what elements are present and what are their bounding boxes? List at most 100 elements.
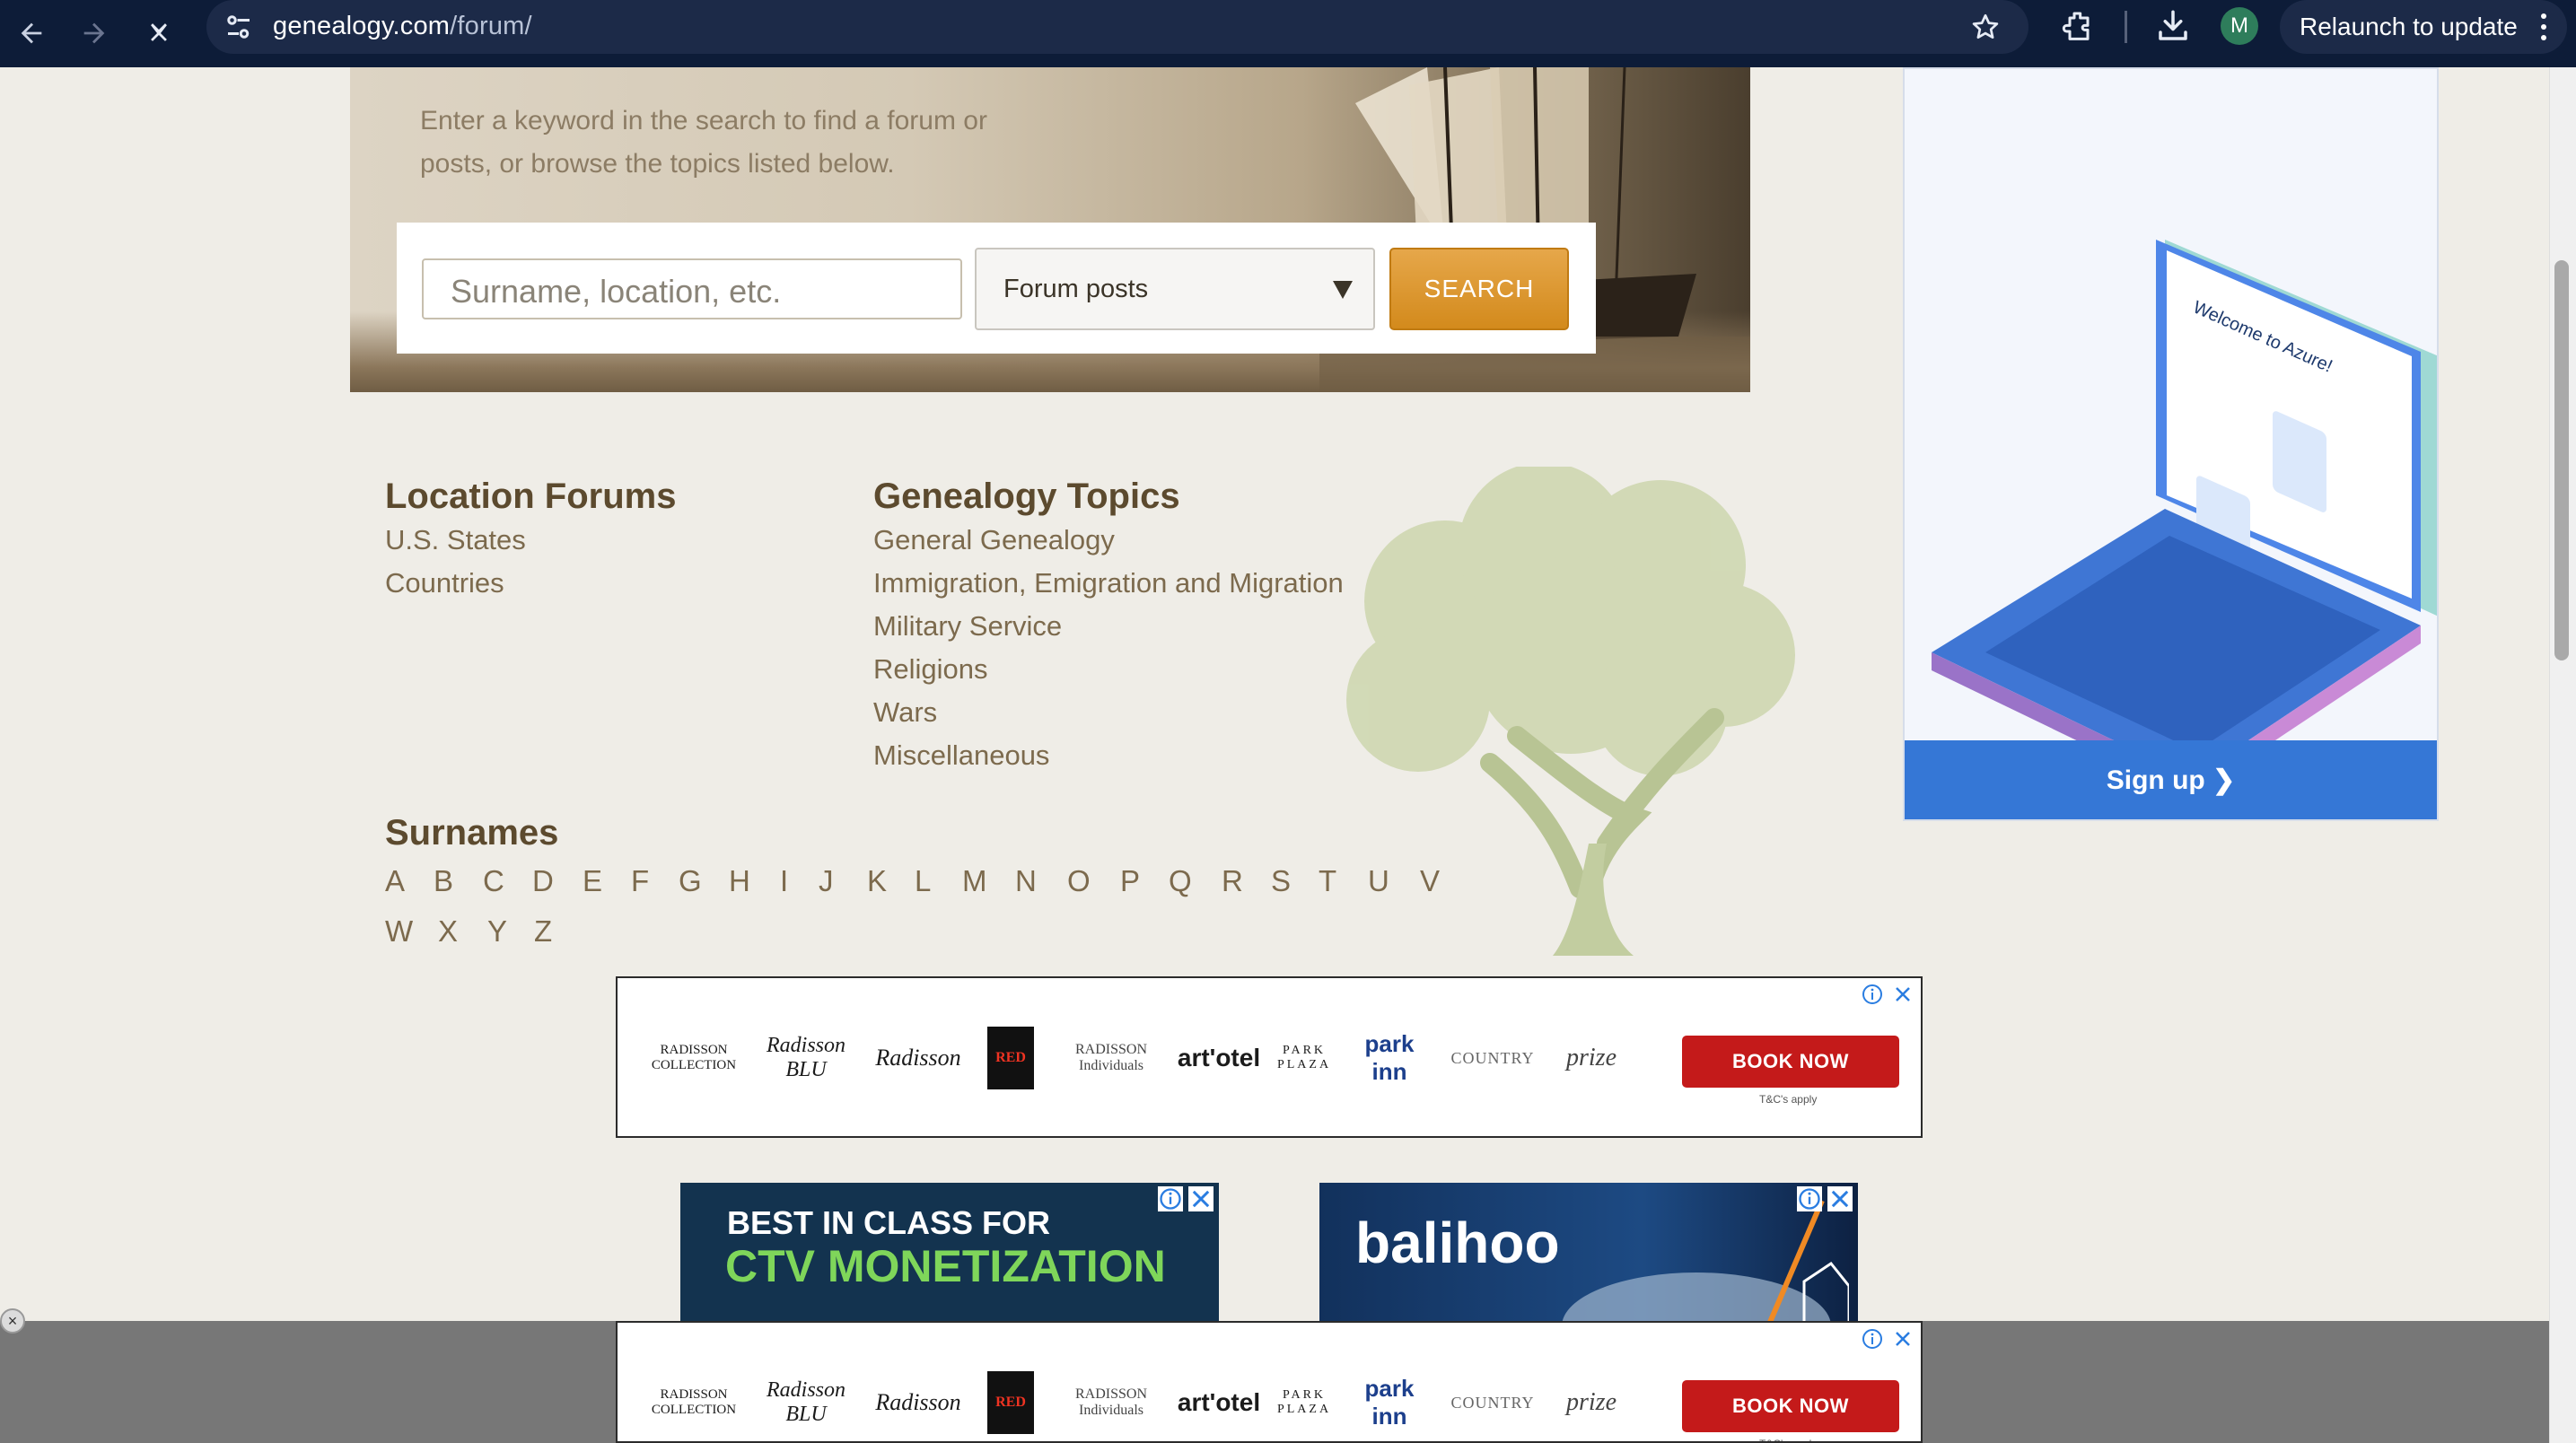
- balihoo-ad[interactable]: balihoo: [1319, 1183, 1858, 1326]
- surname-letter-l[interactable]: L: [915, 864, 931, 898]
- book-now-button[interactable]: BOOK NOW: [1682, 1380, 1899, 1432]
- brand-prize: prize: [1566, 1044, 1617, 1071]
- link-general-genealogy[interactable]: General Genealogy: [873, 524, 1115, 556]
- surname-letter-c[interactable]: C: [483, 864, 504, 898]
- ad-info-icon[interactable]: [1797, 1186, 1822, 1211]
- location-forums-heading: Location Forums: [385, 477, 677, 516]
- surname-letter-s[interactable]: S: [1271, 864, 1291, 898]
- brand-country-inn: COUNTRY: [1450, 1048, 1535, 1067]
- link-military-service[interactable]: Military Service: [873, 610, 1062, 643]
- surnames-heading: Surnames: [385, 813, 559, 853]
- brand-park-inn: park inn: [1364, 1375, 1415, 1430]
- laptop-illustration: Welcome to Azure!: [1932, 240, 2437, 796]
- surname-letter-j[interactable]: J: [819, 864, 834, 898]
- surname-letter-g[interactable]: G: [679, 864, 702, 898]
- url-host: genealogy.com: [273, 12, 451, 40]
- stop-loading-button[interactable]: [131, 5, 187, 61]
- book-now-button[interactable]: BOOK NOW: [1682, 1036, 1899, 1088]
- link-us-states[interactable]: U.S. States: [385, 524, 526, 556]
- address-bar[interactable]: genealogy.com/forum/: [206, 0, 2028, 54]
- brand-radisson-individuals: RADISSON Individuals: [1074, 1386, 1147, 1418]
- surname-letter-m[interactable]: M: [962, 864, 987, 898]
- globe-illustration: [1562, 1201, 1849, 1326]
- ad-close-icon[interactable]: [1827, 1186, 1853, 1211]
- search-button[interactable]: SEARCH: [1389, 248, 1569, 330]
- surname-letter-y[interactable]: Y: [487, 914, 507, 949]
- surname-letter-k[interactable]: K: [867, 864, 887, 898]
- ad-close-icon[interactable]: [1892, 984, 1914, 1005]
- azure-signup-label: Sign up ❯: [2106, 765, 2236, 795]
- tree-illustration: [1346, 467, 1795, 956]
- surname-letter-f[interactable]: F: [631, 864, 649, 898]
- terms-text: T&C's apply: [1759, 1438, 1817, 1441]
- search-scope-value: Forum posts: [1003, 275, 1149, 303]
- surname-letter-a[interactable]: A: [385, 864, 405, 898]
- link-countries[interactable]: Countries: [385, 567, 504, 599]
- url-text: genealogy.com/forum/: [273, 12, 532, 41]
- surname-letter-z[interactable]: Z: [534, 914, 552, 949]
- book-now-label: BOOK NOW: [1732, 1395, 1849, 1417]
- surname-letter-o[interactable]: O: [1067, 864, 1091, 898]
- surname-letter-p[interactable]: P: [1120, 864, 1140, 898]
- profile-avatar[interactable]: M: [2221, 7, 2258, 45]
- radisson-ad-banner[interactable]: RADISSON COLLECTION Radisson BLU Radisso…: [616, 976, 1923, 1138]
- forward-button[interactable]: [66, 5, 122, 61]
- ad-close-icon[interactable]: [1188, 1186, 1214, 1211]
- close-icon[interactable]: ×: [0, 1308, 25, 1334]
- surname-letter-e[interactable]: E: [583, 864, 602, 898]
- surname-letter-d[interactable]: D: [532, 864, 554, 898]
- ad-info-icon[interactable]: [1862, 984, 1883, 1005]
- azure-signup-button[interactable]: Sign up ❯: [1905, 740, 2437, 819]
- brand-country-inn: COUNTRY: [1450, 1393, 1535, 1412]
- balihoo-logo: balihoo: [1355, 1211, 1560, 1275]
- surname-letter-q[interactable]: Q: [1169, 864, 1192, 898]
- azure-ad[interactable]: Welcome to Azure! Sign up ❯: [1903, 67, 2439, 821]
- link-wars[interactable]: Wars: [873, 696, 937, 729]
- surname-letter-u[interactable]: U: [1368, 864, 1389, 898]
- url-path: /forum/: [450, 12, 532, 40]
- site-info-icon[interactable]: [223, 11, 255, 43]
- brand-park-plaza: PARK PLAZA: [1276, 1044, 1332, 1071]
- more-menu-icon: [2541, 13, 2546, 40]
- brand-artotel: art'otel: [1177, 1388, 1261, 1416]
- sticky-radisson-ad-banner[interactable]: RADISSON COLLECTION Radisson BLU Radisso…: [616, 1321, 1923, 1443]
- link-immigration[interactable]: Immigration, Emigration and Migration: [873, 567, 1344, 599]
- genealogy-topics-heading: Genealogy Topics: [873, 477, 1180, 516]
- ad-info-icon[interactable]: [1158, 1186, 1183, 1211]
- download-icon[interactable]: [2154, 7, 2192, 45]
- surname-letter-i[interactable]: I: [780, 864, 788, 898]
- surname-letter-t[interactable]: T: [1319, 864, 1336, 898]
- ctv-ad[interactable]: BEST IN CLASS FOR CTV MONETIZATION: [680, 1183, 1219, 1326]
- brand-radisson-red: RED: [987, 1027, 1034, 1089]
- page-content: Enter a keyword in the search to find a …: [0, 67, 2576, 1443]
- search-input[interactable]: Surname, location, etc.: [422, 258, 962, 319]
- search-placeholder: Surname, location, etc.: [451, 273, 782, 310]
- ad-info-icon[interactable]: [1862, 1328, 1883, 1350]
- relaunch-to-update-button[interactable]: Relaunch to update: [2280, 0, 2567, 54]
- surname-letter-n[interactable]: N: [1015, 864, 1037, 898]
- brand-prize: prize: [1566, 1388, 1617, 1416]
- surname-letter-x[interactable]: X: [438, 914, 458, 949]
- brand-radisson-collection: RADISSON COLLECTION: [651, 1387, 737, 1417]
- link-miscellaneous[interactable]: Miscellaneous: [873, 739, 1049, 772]
- relaunch-label: Relaunch to update: [2300, 13, 2518, 40]
- extensions-icon[interactable]: [2061, 9, 2097, 45]
- brand-radisson-blu: Radisson BLU: [766, 1034, 846, 1081]
- brand-artotel: art'otel: [1177, 1044, 1261, 1071]
- brand-radisson-red: RED: [987, 1371, 1034, 1434]
- search-scope-select[interactable]: Forum posts: [975, 248, 1375, 330]
- surname-letter-v[interactable]: V: [1420, 864, 1440, 898]
- ad-close-icon[interactable]: [1892, 1328, 1914, 1350]
- terms-text: T&C's apply: [1759, 1093, 1818, 1106]
- surname-letter-w[interactable]: W: [385, 914, 413, 949]
- back-button[interactable]: [4, 5, 59, 61]
- surname-letter-h[interactable]: H: [729, 864, 750, 898]
- brand-radisson: Radisson: [875, 1045, 961, 1071]
- surname-letter-r[interactable]: R: [1222, 864, 1243, 898]
- brand-park-plaza: PARK PLAZA: [1276, 1388, 1332, 1416]
- scrollbar-thumb[interactable]: [2554, 260, 2569, 660]
- bookmark-star-icon[interactable]: [1969, 11, 2002, 43]
- surname-letter-b[interactable]: B: [434, 864, 453, 898]
- link-religions[interactable]: Religions: [873, 653, 988, 686]
- toolbar-separator: [2125, 11, 2127, 43]
